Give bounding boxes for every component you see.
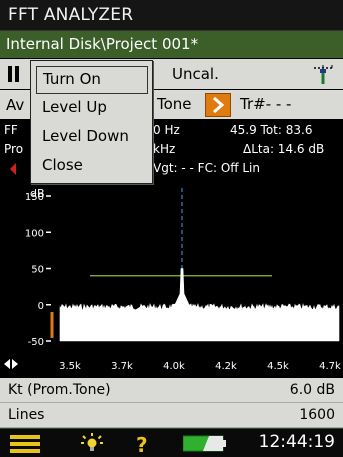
project-path-bar[interactable]: Internal Disk\Project 001* xyxy=(0,31,343,58)
help-icon[interactable]: ? xyxy=(133,431,151,456)
info-row-lines-value: 1600 xyxy=(299,407,335,423)
popup-menu: Turn On Level Up Level Down Close xyxy=(30,60,153,184)
info-row-kt-value: 6.0 dB xyxy=(289,382,335,398)
x-tick-label: 4.5k xyxy=(267,361,289,372)
scroll-right-arrow-icon xyxy=(12,359,18,369)
info-row-kt-label: Kt (Prom.Tone) xyxy=(8,382,111,398)
y-tick-label: 150 xyxy=(25,192,44,203)
track-number[interactable]: Tr#- - - xyxy=(240,95,291,113)
pause-icon[interactable] xyxy=(8,66,19,82)
x-tick-label: 3.7k xyxy=(111,361,133,372)
analyzer-screen: FFT ANALYZER Internal Disk\Project 001* … xyxy=(0,0,343,457)
x-tick-label: 4.0k xyxy=(163,361,185,372)
left-cursor-arrow-icon xyxy=(10,163,16,175)
bottom-bar: ? 12:44:19 xyxy=(0,428,343,457)
clock-time: 12:44:19 xyxy=(258,432,335,452)
menu-item-level-up[interactable]: Level Up xyxy=(36,95,146,121)
menu-item-level-down-label: Level Down xyxy=(42,127,129,145)
chevron-right-icon[interactable] xyxy=(205,93,231,117)
info-row-lines-label: Lines xyxy=(8,407,45,423)
menu-item-close-label: Close xyxy=(42,156,83,174)
project-path: Internal Disk\Project 001* xyxy=(6,35,199,53)
y-tick-label: 0 xyxy=(38,301,44,312)
menu-item-level-up-label: Level Up xyxy=(42,98,107,116)
app-title: FFT ANALYZER xyxy=(8,5,134,25)
menu-item-turn-on[interactable]: Turn On xyxy=(36,66,148,94)
tripod-icon xyxy=(314,65,333,84)
y-tick-label: 100 xyxy=(25,228,44,239)
tone-mode-label[interactable]: Tone xyxy=(157,95,192,113)
scroll-left-arrow-icon xyxy=(4,359,10,369)
menu-item-level-down[interactable]: Level Down xyxy=(36,124,146,150)
title-bar: FFT ANALYZER xyxy=(0,0,343,31)
averaging-label[interactable]: Av xyxy=(6,96,24,114)
battery-icon[interactable] xyxy=(183,435,227,452)
y-tick-label: -50 xyxy=(28,337,44,348)
y-tick-label: 50 xyxy=(31,265,44,276)
backlight-icon[interactable] xyxy=(80,432,104,456)
x-tick-label: 4.2k xyxy=(215,361,237,372)
calibration-status: Uncal. xyxy=(172,65,219,83)
hamburger-menu-icon[interactable] xyxy=(10,434,40,454)
spectrum-trace xyxy=(59,268,340,342)
svg-text:?: ? xyxy=(136,433,148,456)
x-tick-label: 3.5k xyxy=(59,361,81,372)
x-tick-label: 4.7k xyxy=(319,361,341,372)
info-row-kt[interactable]: Kt (Prom.Tone) 6.0 dB xyxy=(0,378,343,403)
menu-item-turn-on-label: Turn On xyxy=(43,70,101,88)
info-row-lines[interactable]: Lines 1600 xyxy=(0,403,343,428)
menu-item-close[interactable]: Close xyxy=(36,153,146,179)
